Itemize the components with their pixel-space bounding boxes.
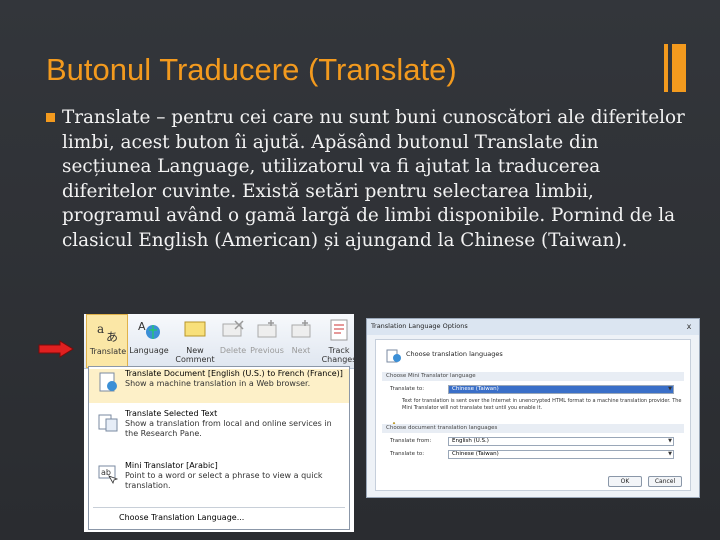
ribbon-label: New Comment bbox=[175, 346, 215, 364]
chevron-down-icon: ▼ bbox=[668, 451, 672, 457]
menu-item-title: Translate Document [English (U.S.) to Fr… bbox=[125, 369, 343, 378]
ribbon-language-button[interactable]: A Language bbox=[128, 314, 170, 368]
translate-document-icon bbox=[99, 372, 117, 392]
dialog-titlebar: Translation Language Options x bbox=[367, 319, 699, 335]
menu-item-desc: Point to a word or select a phrase to vi… bbox=[125, 471, 323, 490]
mini-translator-section: Choose Mini Translator language bbox=[382, 372, 684, 381]
warning-text: Text for translation is sent over the In… bbox=[402, 398, 682, 411]
translation-options-dialog: Translation Language Options x Choose tr… bbox=[366, 318, 700, 498]
document-translation-section: Choose document translation languages bbox=[382, 424, 684, 433]
menu-separator bbox=[93, 507, 345, 508]
close-icon[interactable]: x bbox=[683, 321, 695, 332]
translate-menu-screenshot: a あ Translate A Language New Comment Del… bbox=[84, 314, 354, 532]
mini-translate-to-select[interactable]: Chinese (Taiwan) ▼ bbox=[448, 385, 674, 394]
translate-from-select[interactable]: English (U.S.) ▼ bbox=[448, 437, 674, 446]
select-value: English (U.S.) bbox=[452, 438, 489, 444]
ribbon-label: Translate bbox=[89, 347, 127, 356]
ok-button[interactable]: OK bbox=[608, 476, 642, 487]
svg-text:a: a bbox=[97, 322, 104, 336]
menu-item-title: Mini Translator [Arabic] bbox=[125, 461, 218, 470]
ribbon-new-comment-button[interactable]: New Comment bbox=[174, 314, 216, 368]
translate-dropdown-menu: Translate Document [English (U.S.) to Fr… bbox=[88, 366, 350, 530]
new-comment-icon bbox=[184, 321, 206, 337]
cancel-button[interactable]: Cancel bbox=[648, 476, 682, 487]
menu-item-mini-translator[interactable]: ab Mini Translator [Arabic] Point to a w… bbox=[89, 461, 349, 505]
svg-text:あ: あ bbox=[106, 330, 118, 343]
dialog-heading: Choose translation languages bbox=[406, 350, 503, 358]
dialog-body: Choose translation languages Choose Mini… bbox=[375, 339, 691, 491]
previous-comment-icon bbox=[257, 320, 277, 338]
ribbon-next-button[interactable]: Next bbox=[280, 314, 322, 368]
bullet-marker bbox=[46, 113, 55, 122]
accent-bar bbox=[664, 44, 668, 92]
menu-item-translate-document[interactable]: Translate Document [English (U.S.) to Fr… bbox=[89, 369, 349, 403]
chevron-down-icon: ▼ bbox=[668, 438, 672, 444]
svg-text:ab: ab bbox=[101, 468, 111, 477]
ribbon-label: Track Changes bbox=[321, 346, 354, 364]
ribbon-label: Language bbox=[129, 346, 169, 355]
mini-translator-icon: ab bbox=[98, 465, 119, 484]
mini-translate-to-label: Translate to: bbox=[390, 386, 425, 392]
ribbon: a あ Translate A Language New Comment Del… bbox=[84, 314, 354, 369]
menu-item-title: Translate Selected Text bbox=[125, 409, 218, 418]
dialog-title: Translation Language Options bbox=[371, 322, 468, 330]
slide-title: Butonul Traducere (Translate) bbox=[46, 52, 457, 87]
language-icon: A bbox=[138, 320, 160, 339]
menu-item-choose-language[interactable]: Choose Translation Language... bbox=[119, 513, 244, 522]
select-value: Chinese (Taiwan) bbox=[452, 451, 499, 457]
translate-from-label: Translate from: bbox=[390, 438, 432, 444]
accent-block bbox=[672, 44, 686, 92]
bullet-item: Translate – pentru cei care nu sunt buni… bbox=[46, 106, 686, 254]
svg-text:A: A bbox=[138, 320, 146, 333]
ribbon-track-changes-button[interactable]: Track Changes bbox=[318, 314, 354, 368]
menu-item-translate-selected[interactable]: Translate Selected Text Show a translati… bbox=[89, 409, 349, 453]
bullet-text: Translate – pentru cei care nu sunt buni… bbox=[62, 107, 685, 251]
language-settings-icon bbox=[386, 349, 401, 363]
track-changes-icon bbox=[330, 319, 348, 341]
menu-item-desc: Show a translation from local and online… bbox=[125, 419, 332, 438]
delete-comment-icon bbox=[222, 320, 244, 337]
translate-to-label: Translate to: bbox=[390, 451, 425, 457]
next-comment-icon bbox=[291, 320, 311, 338]
red-arrow-icon bbox=[38, 340, 74, 358]
translate-to-select[interactable]: Chinese (Taiwan) ▼ bbox=[448, 450, 674, 459]
ribbon-label: Next bbox=[291, 346, 311, 355]
translate-selected-icon bbox=[98, 414, 118, 432]
translate-icon: a あ bbox=[97, 322, 118, 343]
chevron-down-icon: ▼ bbox=[668, 386, 672, 392]
ribbon-translate-button[interactable]: a あ Translate bbox=[86, 314, 128, 368]
menu-item-desc: Show a machine translation in a Web brow… bbox=[125, 379, 311, 388]
select-value: Chinese (Taiwan) bbox=[452, 386, 499, 392]
